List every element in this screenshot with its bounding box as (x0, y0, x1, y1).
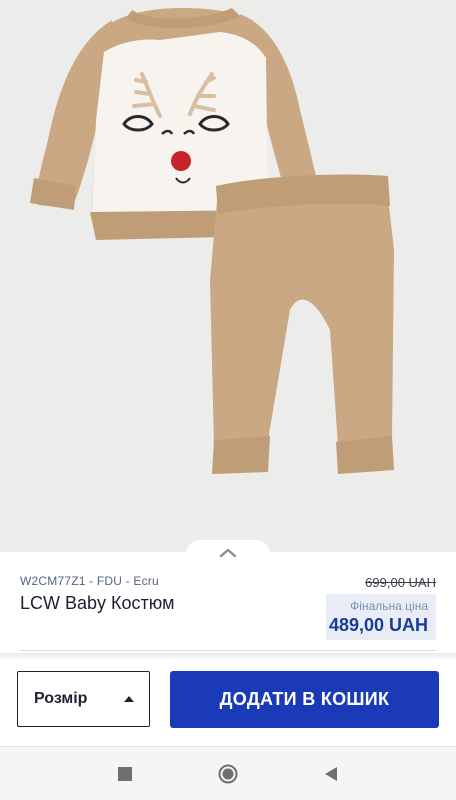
add-to-cart-button[interactable]: ДОДАТИ В КОШИК (170, 671, 439, 728)
final-price: 489,00 UAH (328, 615, 428, 635)
recent-apps-icon[interactable] (112, 761, 138, 787)
pants-right-cuff (336, 436, 394, 474)
final-price-label: Фінальна ціна (350, 599, 428, 613)
expand-details-button[interactable] (186, 540, 270, 566)
product-image[interactable] (0, 0, 456, 552)
divider (20, 650, 436, 651)
product-sku: W2CM77Z1 - FDU - Ecru (20, 574, 159, 588)
product-title: LCW Baby Костюм (20, 593, 175, 613)
home-icon[interactable] (215, 761, 241, 787)
pants (210, 178, 394, 446)
caret-up-icon (124, 696, 134, 702)
size-select-label: Розмір (34, 690, 88, 707)
action-bar-shadow (0, 653, 456, 661)
final-price-box: Фінальна ціна 489,00 UAH (326, 594, 436, 640)
old-price: 699,00 UAH (365, 575, 436, 590)
chevron-up-icon (219, 548, 237, 558)
product-photo-illustration (30, 8, 394, 474)
size-select[interactable]: Розмір (17, 671, 150, 727)
system-nav-bar (0, 746, 456, 800)
reindeer-red-nose (171, 151, 191, 171)
product-details-panel: W2CM77Z1 - FDU - Ecru LCW Baby Костюм 69… (0, 556, 456, 654)
pants-left-cuff (212, 436, 270, 474)
back-icon[interactable] (318, 761, 344, 787)
